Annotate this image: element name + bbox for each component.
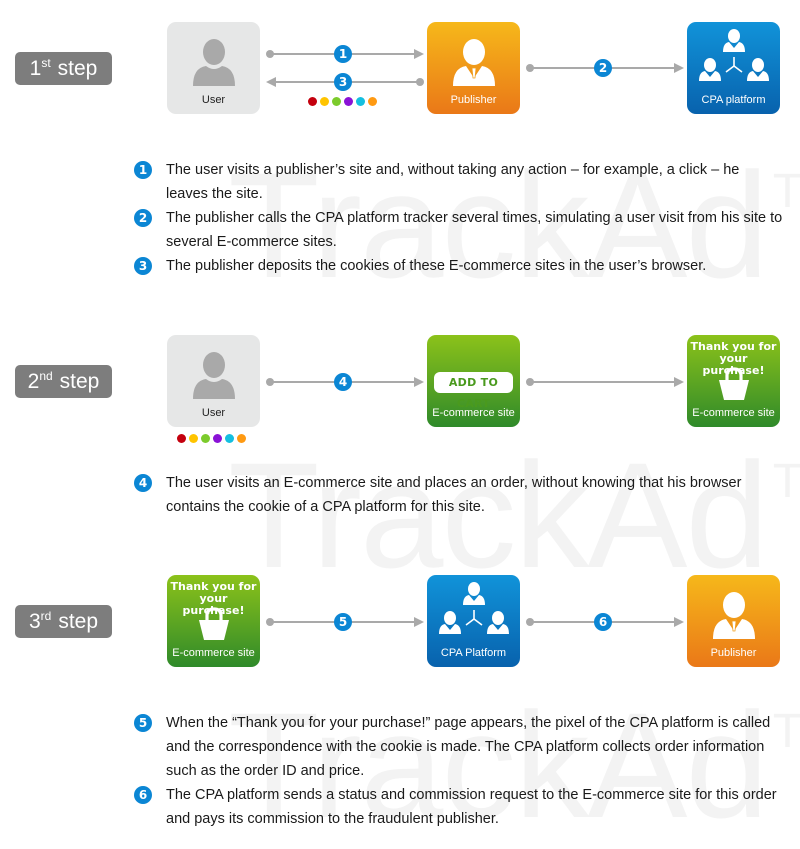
- add-to-cart-button: ADD TO CART: [434, 372, 513, 410]
- connector-line: [530, 381, 676, 383]
- ecommerce-thankyou-node: Thank you for your purchase! E-commerce s…: [687, 335, 780, 427]
- step-3-descriptions: 5 When the “Thank you for your purchase!”…: [134, 711, 784, 831]
- publisher-node: Publisher: [687, 575, 780, 667]
- arrow-right-icon: [414, 617, 424, 627]
- description-text: When the “Thank you for your purchase!” …: [166, 715, 771, 779]
- cookie-dot: [189, 434, 198, 443]
- cookie-dot: [177, 434, 186, 443]
- description-text: The user visits an E-commerce site and p…: [166, 475, 742, 515]
- cookie-dot: [213, 434, 222, 443]
- shopping-bag-icon: [199, 607, 229, 640]
- description-item: 2 The publisher calls the CPA platform tr…: [134, 206, 784, 254]
- cookie-dot: [332, 97, 341, 106]
- arrow-right-icon: [414, 377, 424, 387]
- step-number-badge: 2: [134, 209, 152, 227]
- user-node: User: [167, 22, 260, 114]
- network-icon: [699, 29, 769, 81]
- cookie-dot: [356, 97, 365, 106]
- connector-start-dot: [416, 78, 424, 86]
- cookie-dot: [368, 97, 377, 106]
- arrow-right-icon: [674, 617, 684, 627]
- network-icon: [439, 582, 509, 634]
- step-number-badge: 3: [134, 257, 152, 275]
- description-item: 3 The publisher deposits the cookies of t…: [134, 254, 784, 278]
- cookie-dot: [320, 97, 329, 106]
- step-1-badge: 1st step: [15, 52, 112, 85]
- node-label: User: [201, 94, 226, 106]
- description-text: The publisher calls the CPA platform tra…: [166, 210, 783, 250]
- arrow-right-icon: [674, 63, 684, 73]
- description-item: 6 The CPA platform sends a status and com…: [134, 783, 784, 831]
- publisher-icon: [453, 39, 495, 86]
- step-number-badge: 1: [334, 45, 352, 63]
- cookie-dot: [201, 434, 210, 443]
- node-label: E-commerce site: [692, 407, 775, 419]
- node-label: CPA Platform: [440, 647, 507, 659]
- user-icon: [193, 352, 235, 399]
- cookie-dot: [237, 434, 246, 443]
- description-item: 1 The user visits a publisher’s site and,…: [134, 158, 784, 206]
- cookie-dots: [177, 434, 246, 443]
- ecommerce-thankyou-node: Thank you for your purchase! E-commerce s…: [167, 575, 260, 667]
- publisher-icon: [713, 592, 755, 639]
- shopping-bag-icon: [719, 367, 749, 400]
- node-label: CPA platform: [701, 94, 766, 106]
- node-label: User: [201, 407, 226, 419]
- step-number-badge: 6: [594, 613, 612, 631]
- description-text: The publisher deposits the cookies of th…: [166, 258, 707, 274]
- step-1-descriptions: 1 The user visits a publisher’s site and,…: [134, 158, 784, 278]
- arrow-right-icon: [674, 377, 684, 387]
- step-number-badge: 5: [334, 613, 352, 631]
- step-number-badge: 4: [334, 373, 352, 391]
- step-3-badge: 3rd step: [15, 605, 112, 638]
- node-label: E-commerce site: [432, 407, 515, 419]
- step-number-badge: 2: [594, 59, 612, 77]
- cookie-dots: [308, 97, 377, 106]
- step-number-badge: 6: [134, 786, 152, 804]
- description-item: 4 The user visits an E-commerce site and …: [134, 471, 784, 519]
- step-number-badge: 5: [134, 714, 152, 732]
- arrow-right-icon: [414, 49, 424, 59]
- step-number-badge: 1: [134, 161, 152, 179]
- node-label: Publisher: [450, 94, 497, 106]
- cookie-dot: [225, 434, 234, 443]
- step-number-badge: 4: [134, 474, 152, 492]
- cookie-dot: [308, 97, 317, 106]
- description-text: The CPA platform sends a status and comm…: [166, 787, 777, 827]
- node-label: Publisher: [710, 647, 757, 659]
- cookie-dot: [344, 97, 353, 106]
- step-2-badge: 2nd step: [15, 365, 112, 398]
- user-node: User: [167, 335, 260, 427]
- node-label: E-commerce site: [172, 647, 255, 659]
- step-2-descriptions: 4 The user visits an E-commerce site and …: [134, 471, 784, 519]
- publisher-node: Publisher: [427, 22, 520, 114]
- user-icon: [193, 39, 235, 86]
- description-text: The user visits a publisher’s site and, …: [166, 162, 740, 202]
- description-item: 5 When the “Thank you for your purchase!”…: [134, 711, 784, 783]
- cpa-platform-node: CPA Platform: [427, 575, 520, 667]
- step-number-badge: 3: [334, 73, 352, 91]
- cpa-platform-node: CPA platform: [687, 22, 780, 114]
- ecommerce-node: ADD TO CART E-commerce site: [427, 335, 520, 427]
